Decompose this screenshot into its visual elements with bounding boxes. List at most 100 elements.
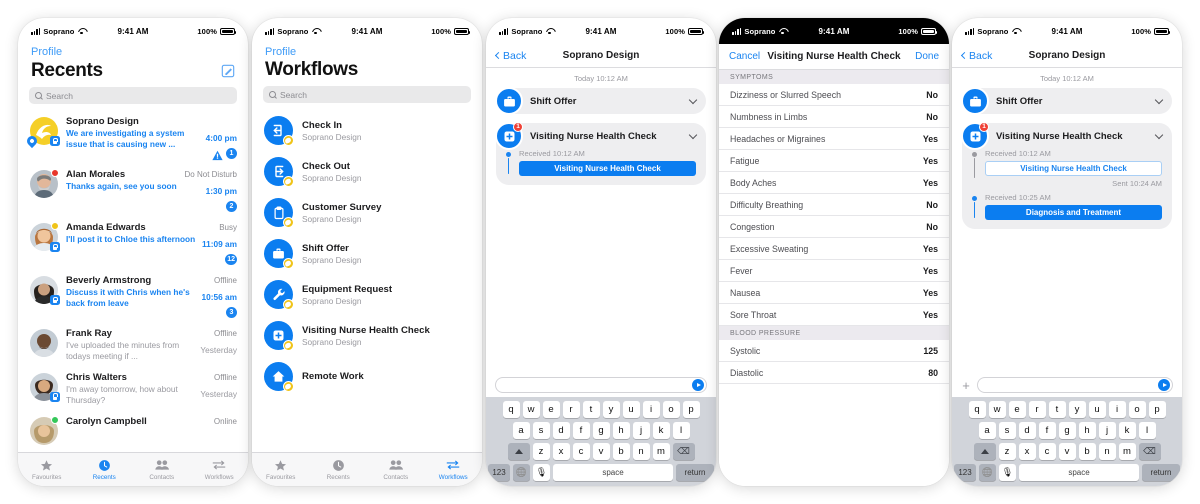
key-h[interactable]: h xyxy=(612,422,630,439)
send-icon[interactable] xyxy=(692,379,704,391)
microphone-key[interactable] xyxy=(533,464,550,481)
form-row[interactable]: Fever Yes xyxy=(719,260,949,282)
keyboard[interactable]: qwertyuiopasdfghjklzxcvbnm123spacereturn xyxy=(486,397,716,486)
profile-link[interactable]: Profile xyxy=(18,44,248,58)
key-x[interactable]: x xyxy=(1018,443,1036,460)
key-a[interactable]: a xyxy=(978,422,996,439)
key-i[interactable]: i xyxy=(642,401,660,418)
key-h[interactable]: h xyxy=(1078,422,1096,439)
space-key[interactable]: space xyxy=(553,464,673,481)
key-c[interactable]: c xyxy=(1038,443,1056,460)
recents-row[interactable]: Alan Morales Do Not Disturb Thanks again… xyxy=(18,164,248,217)
key-p[interactable]: p xyxy=(682,401,700,418)
key-t[interactable]: t xyxy=(1048,401,1066,418)
key-x[interactable]: x xyxy=(552,443,570,460)
workflow-card[interactable]: Shift Offer xyxy=(961,87,1172,115)
tab-favourites[interactable]: Favourites xyxy=(18,459,76,481)
key-d[interactable]: d xyxy=(1018,422,1036,439)
cancel-button[interactable]: Cancel xyxy=(729,51,760,62)
workflow-card[interactable]: 1 Visiting Nurse Health Check Received 1… xyxy=(961,122,1172,229)
tab-workflows[interactable]: Workflows xyxy=(191,459,249,481)
key-o[interactable]: o xyxy=(662,401,680,418)
key-v[interactable]: v xyxy=(1058,443,1076,460)
workflow-row[interactable]: Remote Work xyxy=(252,356,482,397)
workflow-row[interactable]: Visiting Nurse Health Check Soprano Desi… xyxy=(252,315,482,356)
key-f[interactable]: f xyxy=(572,422,590,439)
key-y[interactable]: y xyxy=(1068,401,1086,418)
workflow-row[interactable]: Shift Offer Soprano Design xyxy=(252,233,482,274)
chevron-down-icon[interactable] xyxy=(1154,95,1164,104)
key-w[interactable]: w xyxy=(522,401,540,418)
workflow-card[interactable]: Shift Offer xyxy=(495,87,706,115)
key-p[interactable]: p xyxy=(1148,401,1166,418)
form-row[interactable]: Numbness in Limbs No xyxy=(719,106,949,128)
back-button[interactable]: Back xyxy=(494,50,526,62)
workflow-card[interactable]: 1 Visiting Nurse Health Check Received 1… xyxy=(495,122,706,185)
form-row[interactable]: Excessive Sweating Yes xyxy=(719,238,949,260)
backspace-key[interactable] xyxy=(672,443,695,460)
key-r[interactable]: r xyxy=(562,401,580,418)
key-l[interactable]: l xyxy=(1138,422,1156,439)
microphone-key[interactable] xyxy=(999,464,1016,481)
tab-workflows[interactable]: Workflows xyxy=(425,459,483,481)
key-f[interactable]: f xyxy=(1038,422,1056,439)
key-y[interactable]: y xyxy=(602,401,620,418)
key-o[interactable]: o xyxy=(1128,401,1146,418)
recents-row[interactable]: Beverly Armstrong Offline Discuss it wit… xyxy=(18,270,248,323)
key-k[interactable]: k xyxy=(652,422,670,439)
send-icon[interactable] xyxy=(1158,379,1170,391)
recents-list[interactable]: Soprano Design We are investigating a sy… xyxy=(18,111,248,452)
recents-row[interactable]: Carolyn Campbell Online xyxy=(18,411,248,450)
numbers-key[interactable]: 123 xyxy=(488,464,510,481)
chevron-down-icon[interactable] xyxy=(688,95,698,104)
chevron-down-icon[interactable] xyxy=(688,130,698,139)
key-g[interactable]: g xyxy=(592,422,610,439)
key-g[interactable]: g xyxy=(1058,422,1076,439)
tab-recents[interactable]: Recents xyxy=(76,459,134,481)
search-input[interactable]: Search xyxy=(263,86,471,103)
backspace-key[interactable] xyxy=(1138,443,1161,460)
key-m[interactable]: m xyxy=(1118,443,1136,460)
key-e[interactable]: e xyxy=(542,401,560,418)
return-key[interactable]: return xyxy=(1142,464,1180,481)
numbers-key[interactable]: 123 xyxy=(954,464,976,481)
key-q[interactable]: q xyxy=(968,401,986,418)
key-b[interactable]: b xyxy=(612,443,630,460)
form-row[interactable]: Difficulty Breathing No xyxy=(719,194,949,216)
form-row[interactable]: Diastolic 80 xyxy=(719,362,949,384)
recents-row[interactable]: Amanda Edwards Busy I'll post it to Chlo… xyxy=(18,217,248,270)
message-input[interactable] xyxy=(977,377,1173,393)
compose-icon[interactable] xyxy=(221,64,235,78)
key-c[interactable]: c xyxy=(572,443,590,460)
workflows-list[interactable]: Check In Soprano Design Check Out Sopran… xyxy=(252,110,482,452)
recents-row[interactable]: Chris Walters Offline I'm away tomorrow,… xyxy=(18,367,248,411)
key-b[interactable]: b xyxy=(1078,443,1096,460)
done-button[interactable]: Done xyxy=(915,51,939,62)
key-u[interactable]: u xyxy=(1088,401,1106,418)
workflow-row[interactable]: Check In Soprano Design xyxy=(252,110,482,151)
back-button[interactable]: Back xyxy=(960,50,992,62)
tab-contacts[interactable]: Contacts xyxy=(367,459,425,481)
tab-contacts[interactable]: Contacts xyxy=(133,459,191,481)
key-s[interactable]: s xyxy=(998,422,1016,439)
key-k[interactable]: k xyxy=(1118,422,1136,439)
globe-key[interactable] xyxy=(979,464,996,481)
space-key[interactable]: space xyxy=(1019,464,1139,481)
form-row[interactable]: Nausea Yes xyxy=(719,282,949,304)
key-n[interactable]: n xyxy=(632,443,650,460)
key-r[interactable]: r xyxy=(1028,401,1046,418)
workflow-row[interactable]: Customer Survey Soprano Design xyxy=(252,192,482,233)
key-u[interactable]: u xyxy=(622,401,640,418)
key-j[interactable]: j xyxy=(1098,422,1116,439)
form-row[interactable]: Body Aches Yes xyxy=(719,172,949,194)
key-q[interactable]: q xyxy=(502,401,520,418)
key-d[interactable]: d xyxy=(552,422,570,439)
profile-link[interactable]: Profile xyxy=(252,44,482,58)
keyboard[interactable]: qwertyuiopasdfghjklzxcvbnm123spacereturn xyxy=(952,397,1182,486)
key-z[interactable]: z xyxy=(998,443,1016,460)
workflow-row[interactable]: Check Out Soprano Design xyxy=(252,151,482,192)
key-v[interactable]: v xyxy=(592,443,610,460)
search-input[interactable]: Search xyxy=(29,87,237,104)
key-z[interactable]: z xyxy=(532,443,550,460)
workflow-row[interactable]: Equipment Request Soprano Design xyxy=(252,274,482,315)
